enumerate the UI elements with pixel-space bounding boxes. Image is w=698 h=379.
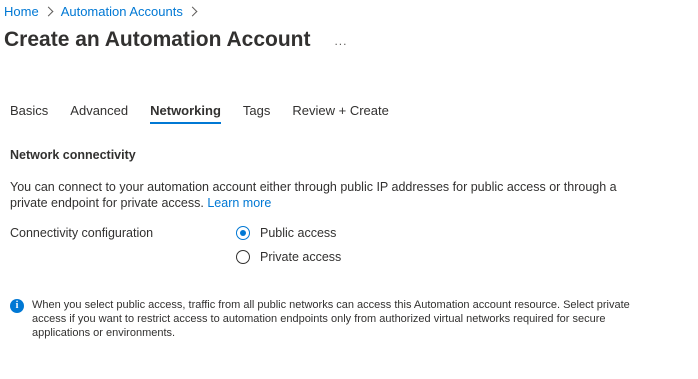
description-text: You can connect to your automation accou… bbox=[10, 180, 617, 210]
info-text: When you select public access, traffic f… bbox=[32, 299, 630, 339]
breadcrumb-automation-accounts-link[interactable]: Automation Accounts bbox=[61, 4, 183, 19]
section-title: Network connectivity bbox=[10, 148, 136, 162]
breadcrumb: Home Automation Accounts bbox=[4, 4, 205, 19]
radio-private-access-label: Private access bbox=[260, 250, 342, 264]
tab-basics[interactable]: Basics bbox=[10, 103, 48, 124]
tab-advanced[interactable]: Advanced bbox=[70, 103, 128, 124]
radio-private-access[interactable]: Private access bbox=[236, 245, 341, 269]
tab-networking[interactable]: Networking bbox=[150, 103, 221, 124]
radio-public-access-label: Public access bbox=[260, 226, 337, 240]
info-message: i When you select public access, traffic… bbox=[10, 298, 650, 340]
chevron-right-icon bbox=[187, 6, 198, 17]
radio-public-access[interactable]: Public access bbox=[236, 221, 341, 245]
page-title: Create an Automation Account bbox=[4, 28, 311, 51]
info-icon: i bbox=[10, 299, 24, 313]
tab-bar: Basics Advanced Networking Tags Review +… bbox=[10, 103, 411, 124]
tab-review-create[interactable]: Review + Create bbox=[292, 103, 388, 124]
breadcrumb-home-link[interactable]: Home bbox=[4, 4, 39, 19]
learn-more-link[interactable]: Learn more bbox=[207, 196, 271, 210]
tab-tags[interactable]: Tags bbox=[243, 103, 270, 124]
more-options-icon[interactable]: ... bbox=[334, 34, 347, 48]
connectivity-config-label: Connectivity configuration bbox=[10, 226, 154, 240]
chevron-right-icon bbox=[43, 6, 54, 17]
page-header: Create an Automation Account ... bbox=[4, 28, 347, 52]
radio-checked-icon[interactable] bbox=[236, 226, 250, 240]
connectivity-radio-group: Public access Private access bbox=[236, 221, 341, 269]
network-description: You can connect to your automation accou… bbox=[10, 179, 650, 211]
radio-unchecked-icon[interactable] bbox=[236, 250, 250, 264]
